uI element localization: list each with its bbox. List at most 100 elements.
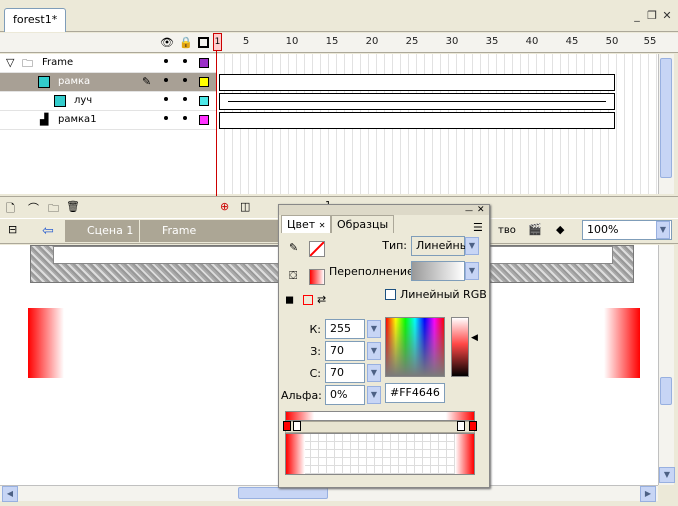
stroke-color-swatch[interactable] bbox=[309, 241, 325, 257]
eye-icon[interactable]: 👁 bbox=[160, 36, 174, 49]
chevron-down-icon[interactable]: ▼ bbox=[367, 320, 381, 338]
back-arrow-icon[interactable]: ⇦ bbox=[42, 223, 54, 239]
frame-span-ramka[interactable] bbox=[219, 74, 615, 91]
blue-input[interactable]: 70 bbox=[325, 363, 365, 383]
ruler-tick[interactable]: 35 bbox=[482, 36, 502, 47]
chevron-down-icon[interactable]: ▼ bbox=[656, 221, 670, 239]
ruler-tick[interactable]: 25 bbox=[402, 36, 422, 47]
stage-vertical-scrollbar[interactable]: ▼ bbox=[658, 245, 675, 485]
layer-color-swatch[interactable] bbox=[199, 115, 209, 125]
ruler-tick[interactable]: 20 bbox=[362, 36, 382, 47]
tab-swatches[interactable]: Образцы bbox=[331, 215, 395, 233]
fill-color-swatch[interactable] bbox=[309, 269, 325, 285]
ruler-tick[interactable]: 5 bbox=[236, 36, 256, 47]
layer-row-frame[interactable]: ▽ 🗀 Frame bbox=[0, 54, 216, 73]
gradient-stop[interactable] bbox=[283, 421, 291, 431]
ruler-tick[interactable]: 10 bbox=[282, 36, 302, 47]
playhead[interactable]: 1 bbox=[213, 33, 222, 51]
scroll-left-icon[interactable]: ◀ bbox=[2, 486, 18, 502]
no-color-button-icon[interactable] bbox=[303, 295, 313, 305]
visibility-dot[interactable] bbox=[164, 78, 168, 82]
type-select[interactable]: Линейный bbox=[411, 236, 476, 256]
ruler-tick[interactable]: 50 bbox=[602, 36, 622, 47]
minimize-icon[interactable]: _ bbox=[630, 9, 644, 23]
breadcrumb-symbol[interactable]: Frame bbox=[140, 220, 280, 242]
close-panel-icon[interactable]: ✕ bbox=[477, 205, 485, 215]
overflow-select[interactable] bbox=[411, 261, 465, 281]
edit-scene-icon[interactable]: 🎬 bbox=[528, 223, 542, 236]
ruler-tick[interactable]: 30 bbox=[442, 36, 462, 47]
scroll-right-icon[interactable]: ▶ bbox=[640, 486, 656, 502]
new-layer-icon[interactable]: 🗋 bbox=[6, 200, 15, 219]
expand-arrow-icon[interactable]: ▽ bbox=[6, 56, 14, 69]
layer-color-swatch[interactable] bbox=[199, 58, 209, 68]
add-guide-icon[interactable]: ⌒ bbox=[28, 200, 39, 216]
right-gradient-shape[interactable] bbox=[604, 308, 640, 378]
visibility-dot[interactable] bbox=[164, 116, 168, 120]
onion-skin-icon[interactable]: ◫ bbox=[240, 200, 250, 213]
hex-input[interactable]: #FF4646 bbox=[385, 383, 445, 403]
default-colors-icon[interactable]: ◼ bbox=[285, 293, 294, 306]
ruler-tick[interactable]: 55 bbox=[640, 36, 660, 47]
linear-rgb-checkbox[interactable] bbox=[385, 289, 396, 300]
brightness-slider[interactable] bbox=[451, 317, 469, 377]
green-input[interactable]: 70 bbox=[325, 341, 365, 361]
tab-color[interactable]: Цвет ✕ bbox=[281, 215, 332, 233]
chevron-down-icon[interactable]: ▼ bbox=[367, 364, 381, 382]
layer-color-swatch[interactable] bbox=[199, 96, 209, 106]
gradient-stop[interactable] bbox=[293, 421, 301, 431]
document-tab[interactable]: forest1* bbox=[4, 8, 67, 32]
layer-row-ramka1[interactable]: ▟ рамка1 bbox=[0, 111, 216, 130]
delete-layer-icon[interactable]: 🗑 bbox=[66, 200, 80, 213]
gradient-stop[interactable] bbox=[457, 421, 465, 431]
panel-title-bar[interactable] bbox=[279, 205, 489, 215]
scroll-thumb[interactable] bbox=[238, 487, 328, 499]
brightness-pointer-icon[interactable]: ◀ bbox=[471, 333, 478, 343]
left-gradient-shape[interactable] bbox=[28, 308, 64, 378]
layer-row-luch[interactable]: луч bbox=[0, 92, 216, 111]
workspace-menu[interactable]: тво bbox=[498, 225, 516, 236]
ruler-tick[interactable]: 40 bbox=[522, 36, 542, 47]
outline-icon[interactable] bbox=[198, 37, 209, 48]
lock-dot[interactable] bbox=[183, 59, 187, 63]
center-frame-icon[interactable]: ⊕ bbox=[220, 200, 229, 213]
frame-span-ramka1[interactable] bbox=[219, 112, 615, 129]
chevron-down-icon[interactable]: ▼ bbox=[367, 386, 381, 404]
minimize-panel-icon[interactable]: — bbox=[465, 206, 473, 215]
ruler-tick[interactable]: 15 bbox=[322, 36, 342, 47]
gradient-stop-track[interactable] bbox=[285, 421, 475, 433]
lock-dot[interactable] bbox=[183, 78, 187, 82]
visibility-dot[interactable] bbox=[164, 59, 168, 63]
close-icon[interactable]: ✕ bbox=[660, 9, 674, 23]
lock-dot[interactable] bbox=[183, 97, 187, 101]
frames-grid[interactable] bbox=[216, 54, 658, 194]
scroll-thumb[interactable] bbox=[660, 377, 672, 405]
tab-close-icon[interactable]: ✕ bbox=[319, 221, 326, 230]
scroll-down-icon[interactable]: ▼ bbox=[659, 467, 675, 483]
gradient-stop[interactable] bbox=[469, 421, 477, 431]
edit-symbol-icon[interactable]: ◆ bbox=[556, 223, 564, 236]
red-input[interactable]: 255 bbox=[325, 319, 365, 339]
swap-colors-icon[interactable]: ⇄ bbox=[317, 293, 326, 306]
new-folder-icon[interactable]: 🗀 bbox=[48, 200, 59, 219]
alpha-input[interactable]: 0% bbox=[325, 385, 365, 405]
timeline-vertical-scrollbar[interactable] bbox=[658, 54, 674, 194]
timeline-toggle-icon[interactable]: ⊟ bbox=[8, 223, 17, 236]
no-color-icon bbox=[309, 241, 325, 257]
scroll-thumb[interactable] bbox=[660, 58, 672, 178]
ruler-tick[interactable]: 45 bbox=[562, 36, 582, 47]
chevron-down-icon[interactable]: ▼ bbox=[465, 237, 479, 255]
chevron-down-icon[interactable]: ▼ bbox=[465, 262, 479, 280]
panel-menu-icon[interactable]: ☰ bbox=[473, 221, 483, 234]
lock-icon[interactable]: 🔒 bbox=[179, 36, 193, 49]
breadcrumb-scene[interactable]: Сцена 1 bbox=[65, 220, 140, 242]
frame-span-luch[interactable] bbox=[219, 93, 615, 110]
color-spectrum-picker[interactable] bbox=[385, 317, 445, 377]
layer-row-ramka[interactable]: рамка ✎ bbox=[0, 73, 216, 92]
visibility-dot[interactable] bbox=[164, 97, 168, 101]
restore-icon[interactable]: ❐ bbox=[645, 9, 659, 23]
layer-list: ▽ 🗀 Frame рамка ✎ луч ▟ рамка1 bbox=[0, 54, 216, 194]
lock-dot[interactable] bbox=[183, 116, 187, 120]
layer-color-swatch[interactable] bbox=[199, 77, 209, 87]
chevron-down-icon[interactable]: ▼ bbox=[367, 342, 381, 360]
